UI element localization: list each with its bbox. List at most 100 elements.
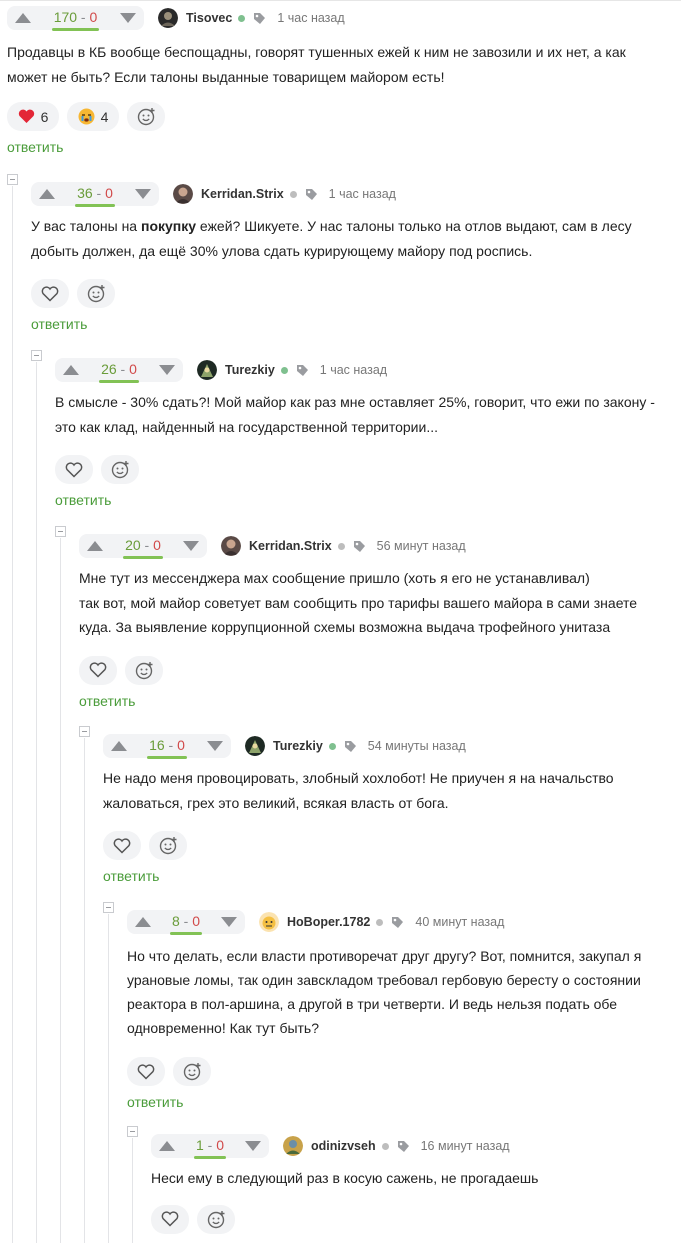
tag-icon[interactable] (296, 364, 309, 377)
author-name[interactable]: Tisovec (186, 11, 232, 25)
upvote-arrow-icon[interactable] (87, 541, 103, 551)
avatar[interactable] (197, 360, 217, 380)
collapse-thread-button[interactable] (31, 350, 42, 361)
reactions-bar (55, 455, 681, 484)
upvote-arrow-icon[interactable] (63, 365, 79, 375)
avatar[interactable] (221, 536, 241, 556)
reaction-crying-button[interactable]: 4 (67, 102, 119, 131)
add-reaction-button[interactable] (77, 279, 115, 308)
author-name[interactable]: Kerridan.Strix (201, 187, 284, 201)
collapse-thread-button[interactable] (103, 902, 114, 913)
rating-minus: 0 (153, 536, 161, 553)
reply-link[interactable]: ответить (103, 868, 159, 884)
rating-separator: - (179, 912, 193, 929)
upvote-arrow-icon[interactable] (111, 741, 127, 751)
reply-link[interactable]: ответить (31, 316, 87, 332)
rating-separator: - (203, 1136, 217, 1153)
comment: 20 - 0 Kerridan.Strix 56 минут назад Мне… (79, 528, 681, 711)
collapse-thread-button[interactable] (127, 1126, 138, 1137)
tag-icon[interactable] (391, 916, 404, 929)
upvote-arrow-icon[interactable] (15, 13, 31, 23)
author-name[interactable]: odinizvseh (311, 1139, 376, 1153)
author-name[interactable]: Turezkiy (273, 739, 323, 753)
author-name[interactable]: Kerridan.Strix (249, 539, 332, 553)
like-button[interactable] (103, 831, 141, 860)
heart-outline-icon (161, 1211, 179, 1227)
downvote-arrow-icon[interactable] (158, 365, 175, 375)
avatar[interactable] (158, 8, 178, 28)
comment-header: 16 - 0 Turezkiy 54 минуты назад (103, 728, 681, 764)
like-button[interactable] (79, 655, 117, 685)
comment-time: 16 минут назад (420, 1139, 510, 1153)
collapse-thread-button[interactable] (79, 726, 90, 737)
avatar[interactable] (283, 1136, 303, 1156)
like-button[interactable] (127, 1057, 165, 1086)
heart-outline-icon (65, 461, 83, 478)
comment: 170 - 0 Tisovec 1 час назад Продавцы в К… (7, 0, 681, 157)
downvote-arrow-icon[interactable] (119, 13, 136, 23)
upvote-arrow-icon[interactable] (159, 1141, 175, 1151)
comment-header: 26 - 0 Turezkiy 1 час назад (55, 352, 681, 388)
rating-control: 26 - 0 (55, 358, 183, 383)
reaction-count: 6 (40, 108, 49, 125)
reply-link[interactable]: ответить (55, 492, 111, 508)
author-name[interactable]: HoBoper.1782 (287, 915, 370, 929)
add-reaction-button[interactable] (127, 102, 165, 131)
crying-face-icon (78, 108, 95, 125)
upvote-arrow-icon[interactable] (135, 917, 151, 927)
like-button[interactable] (151, 1204, 189, 1234)
rating-score: 8 - 0 (169, 912, 203, 935)
avatar[interactable] (245, 736, 265, 756)
add-reaction-button[interactable] (197, 1204, 235, 1234)
rating-minus: 0 (129, 360, 137, 377)
tag-icon[interactable] (397, 1140, 410, 1153)
add-reaction-button[interactable] (149, 831, 187, 860)
rating-bar (51, 27, 100, 31)
heart-outline-icon (137, 1063, 155, 1080)
thread-line (108, 914, 109, 1243)
upvote-arrow-icon[interactable] (39, 189, 55, 199)
rating-bar (169, 931, 203, 935)
rating-separator: - (164, 736, 178, 753)
comment-text: Но что делать, если власти противоречат … (127, 948, 642, 1036)
offline-status-dot (337, 542, 345, 550)
downvote-arrow-icon[interactable] (182, 541, 199, 551)
reply-link[interactable]: ответить (127, 1094, 183, 1110)
add-emoji-icon (207, 1210, 224, 1228)
rating-separator: - (116, 360, 130, 377)
tag-icon[interactable] (253, 12, 266, 25)
collapse-thread-button[interactable] (7, 174, 18, 185)
comment-time: 54 минуты назад (367, 739, 466, 753)
reply-link[interactable]: ответить (7, 139, 63, 155)
collapse-thread-button[interactable] (55, 526, 66, 537)
reply-link[interactable]: ответить (79, 693, 135, 709)
thread-line (36, 362, 37, 1243)
add-emoji-icon (111, 461, 128, 479)
avatar[interactable] (173, 184, 193, 204)
author-name[interactable]: Turezkiy (225, 363, 275, 377)
add-reaction-button[interactable] (125, 655, 163, 685)
text-line: так вот, мой майор советует вам сообщить… (79, 594, 638, 636)
comment-time: 1 час назад (319, 363, 388, 377)
like-button[interactable] (55, 455, 93, 484)
heart-outline-icon (41, 285, 59, 302)
rating-separator: - (77, 8, 90, 25)
rating-control: 20 - 0 (79, 534, 207, 559)
text-line: Мне тут из мессенджера мах сообщение при… (79, 570, 590, 586)
comment: 36 - 0 Kerridan.Strix 1 час назад У вас … (31, 176, 681, 334)
reactions-bar (79, 655, 681, 685)
downvote-arrow-icon[interactable] (220, 917, 237, 927)
comment-text: Неси ему в следующий раз в косую сажень,… (151, 1170, 539, 1186)
downvote-arrow-icon[interactable] (134, 189, 151, 199)
tag-icon[interactable] (344, 740, 357, 753)
add-reaction-button[interactable] (173, 1057, 211, 1086)
tag-icon[interactable] (353, 540, 366, 553)
downvote-arrow-icon[interactable] (244, 1141, 261, 1151)
rating-plus: 16 (149, 736, 165, 753)
add-reaction-button[interactable] (101, 455, 139, 484)
reaction-heart-button[interactable]: 6 (7, 102, 59, 131)
like-button[interactable] (31, 279, 69, 308)
tag-icon[interactable] (305, 188, 318, 201)
avatar[interactable] (259, 912, 279, 932)
downvote-arrow-icon[interactable] (206, 741, 223, 751)
